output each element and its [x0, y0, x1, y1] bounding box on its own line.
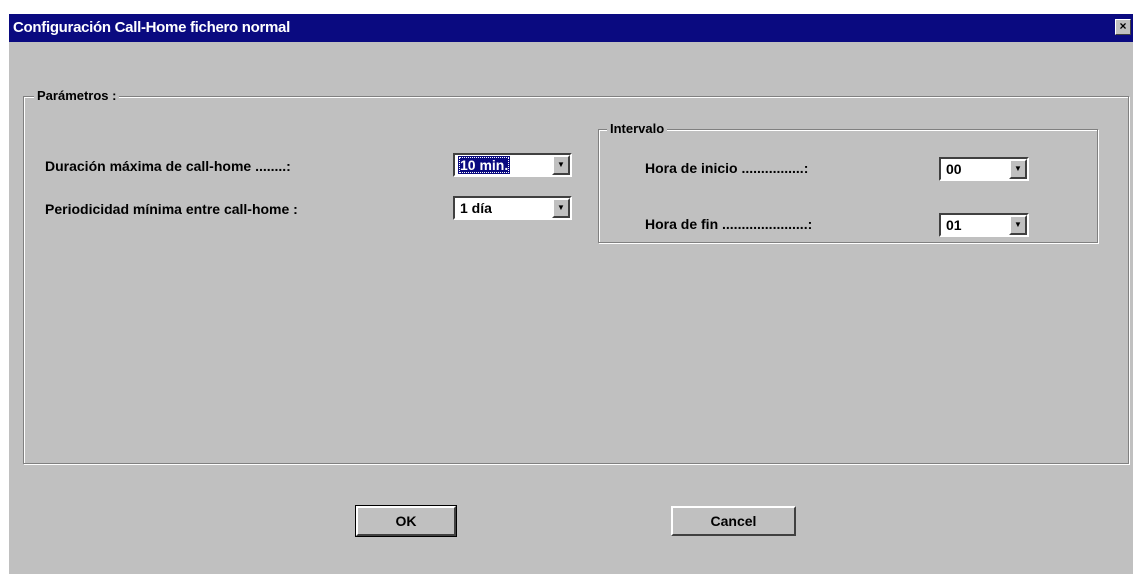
- dialog-window: Configuración Call-Home fichero normal ×…: [9, 14, 1133, 574]
- hora-fin-label: Hora de fin ......................:: [645, 216, 813, 232]
- duracion-value: 10 min.: [458, 156, 511, 174]
- parametros-legend: Parámetros :: [34, 88, 120, 103]
- chevron-down-icon[interactable]: ▼: [1009, 159, 1027, 179]
- hora-inicio-label: Hora de inicio ................:: [645, 160, 809, 176]
- hora-fin-value: 01: [946, 217, 962, 233]
- cancel-button[interactable]: Cancel: [671, 506, 796, 536]
- title-bar[interactable]: Configuración Call-Home fichero normal ×: [9, 14, 1133, 42]
- close-icon[interactable]: ×: [1115, 19, 1131, 35]
- intervalo-legend: Intervalo: [607, 121, 668, 136]
- parametros-group: Parámetros : Duración máxima de call-hom…: [23, 88, 1129, 464]
- window-title: Configuración Call-Home fichero normal: [13, 19, 290, 36]
- ok-button[interactable]: OK: [355, 505, 457, 537]
- periodicidad-value: 1 día: [460, 200, 492, 216]
- hora-fin-combobox[interactable]: 01 ▼: [939, 213, 1029, 237]
- hora-inicio-value: 00: [946, 161, 962, 177]
- intervalo-group: Intervalo Hora de inicio ...............…: [598, 121, 1098, 243]
- duracion-label: Duración máxima de call-home ........:: [45, 158, 291, 174]
- chevron-down-icon[interactable]: ▼: [552, 198, 570, 218]
- hora-inicio-combobox[interactable]: 00 ▼: [939, 157, 1029, 181]
- chevron-down-icon[interactable]: ▼: [552, 155, 570, 175]
- periodicidad-label: Periodicidad mínima entre call-home :: [45, 201, 298, 217]
- duracion-combobox[interactable]: 10 min. ▼: [453, 153, 572, 177]
- periodicidad-combobox[interactable]: 1 día ▼: [453, 196, 572, 220]
- chevron-down-icon[interactable]: ▼: [1009, 215, 1027, 235]
